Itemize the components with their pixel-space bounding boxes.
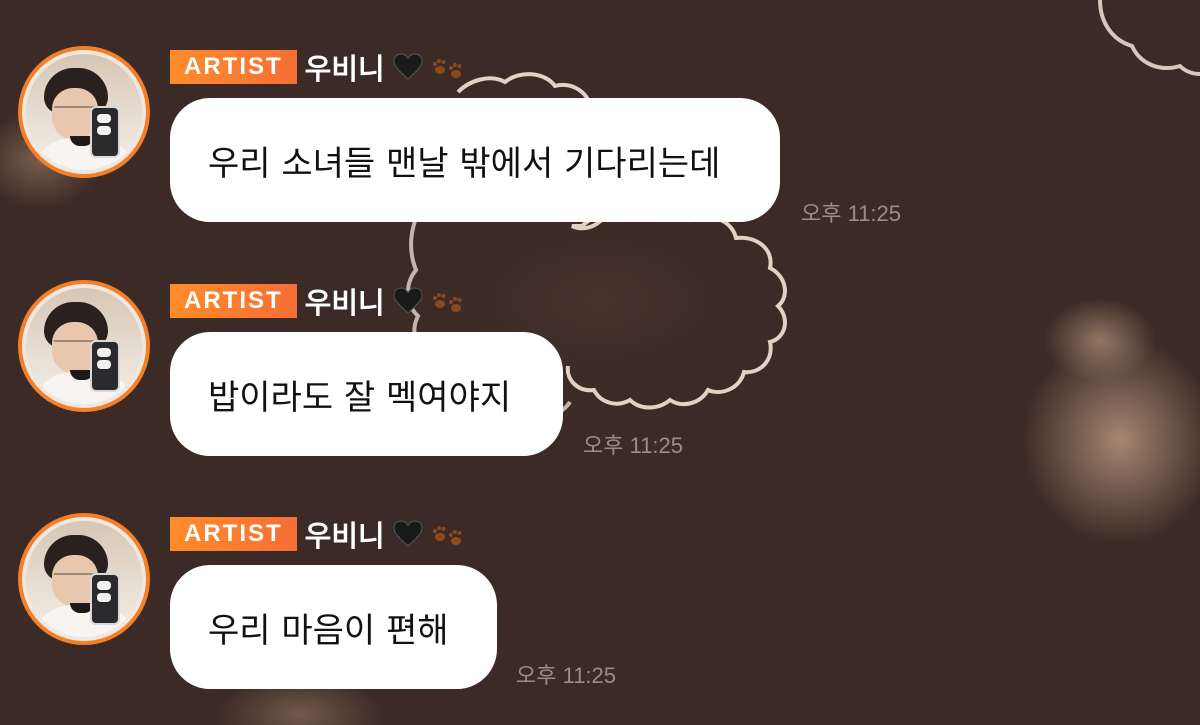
black-heart-icon [393,53,423,80]
avatar-photo [26,54,142,170]
sender-name[interactable]: 우비니 [305,280,385,322]
avatar-phone [90,340,120,392]
message-timestamp: 오후 11:25 [516,663,617,688]
artist-avatar[interactable] [18,46,150,178]
avatar-phone [90,573,120,625]
message-text: 우리 소녀들 맨날 밖에서 기다리는데 [208,143,721,184]
avatar-photo [26,288,142,404]
sender-name[interactable]: 우비니 [305,46,385,88]
avatar-phone [90,106,120,158]
sender-row: ARTIST 우비니 [170,517,465,553]
paw-prints-icon [432,526,462,545]
message-text: 밥이라도 잘 멕여야지 [208,377,512,418]
artist-badge: ARTIST [170,50,297,84]
artist-badge: ARTIST [170,284,297,318]
message-bubble[interactable]: 우리 마음이 편해 [170,565,497,689]
paw-prints-icon [432,293,462,312]
message-bubble[interactable]: 밥이라도 잘 멕여야지 [170,332,563,456]
chat-message: ARTIST 우비니 우리 마음이 편해 오후 11:25 [0,513,1200,713]
sender-row: ARTIST 우비니 [170,284,465,320]
paw-prints-icon [432,59,462,78]
sender-row: ARTIST 우비니 [170,50,465,86]
message-timestamp: 오후 11:25 [801,201,902,226]
message-bubble[interactable]: 우리 소녀들 맨날 밖에서 기다리는데 [170,98,780,222]
avatar-photo [26,521,142,637]
artist-avatar[interactable] [18,280,150,412]
chat-message: ARTIST 우비니 밥이라도 잘 멕여야지 오후 11:25 [0,280,1200,480]
black-heart-icon [393,287,423,314]
artist-badge: ARTIST [170,517,297,551]
chat-message: ARTIST 우비니 우리 소녀들 맨날 밖에서 기다리는데 오후 11:25 [0,46,1200,246]
message-timestamp: 오후 11:25 [583,433,684,458]
artist-avatar[interactable] [18,513,150,645]
sender-name[interactable]: 우비니 [305,513,385,555]
message-text: 우리 마음이 편해 [208,610,449,651]
black-heart-icon [393,520,423,547]
